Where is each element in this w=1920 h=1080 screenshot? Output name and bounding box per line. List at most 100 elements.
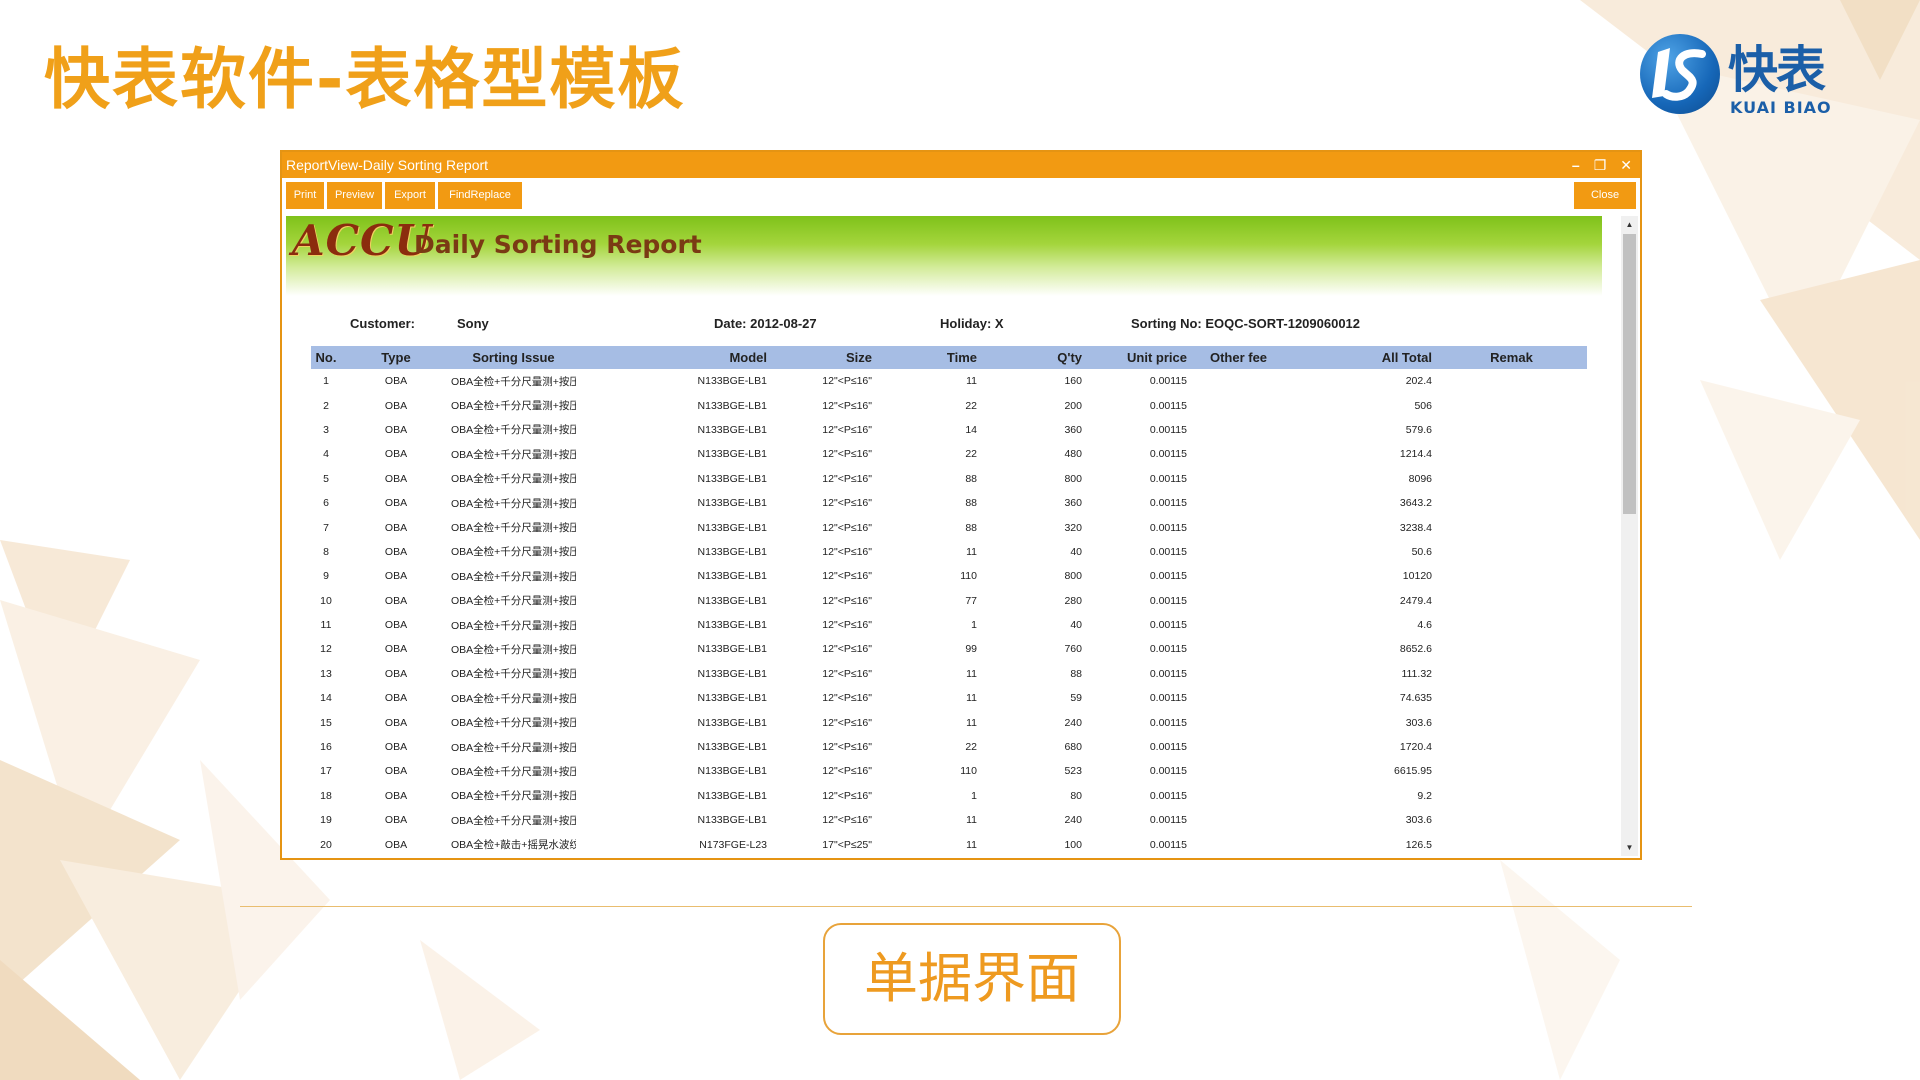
column-header-size[interactable]: Size [771, 346, 876, 369]
cell-no: 1 [323, 375, 329, 388]
cell-model: N133BGE-LB1 [697, 423, 767, 436]
column-header-qty[interactable]: Q'ty [981, 346, 1086, 369]
table-row[interactable]: 19 OBA OBA全检+千分尺量测+按压 N133BGE-LB1 12"<P≤16" 1… [311, 808, 1587, 832]
cell-remak [1436, 686, 1587, 710]
cell-no: 6 [323, 497, 329, 510]
cell-model: N133BGE-LB1 [697, 692, 767, 705]
table-row[interactable]: 12 OBA OBA全检+千分尺量测+按压 N133BGE-LB1 12"<P≤16" 9… [311, 637, 1587, 661]
table-row[interactable]: 10 OBA OBA全检+千分尺量测+按压 N133BGE-LB1 12"<P≤16" 7… [311, 589, 1587, 613]
cell-qty: 240 [1064, 716, 1082, 729]
table-row[interactable]: 20 OBA OBA全检+敲击+摇晃水波纹 N173FGE-L23 17"<P≤25" 1… [311, 832, 1587, 856]
table-row[interactable]: 13 OBA OBA全检+千分尺量测+按压 N133BGE-LB1 12"<P≤16" 1… [311, 662, 1587, 686]
cell-other-fee [1191, 442, 1286, 466]
cell-time: 1 [971, 789, 977, 802]
customer-label: Customer: [350, 316, 416, 331]
table-row[interactable]: 4 OBA OBA全检+千分尺量测+按压 N133BGE-LB1 12"<P≤16" 22… [311, 442, 1587, 466]
table-row[interactable]: 14 OBA OBA全检+千分尺量测+按压 N133BGE-LB1 12"<P≤16" 1… [311, 686, 1587, 710]
cell-other-fee [1191, 710, 1286, 734]
cell-time: 11 [966, 692, 977, 705]
column-header-no[interactable]: No. [311, 346, 341, 369]
table-row[interactable]: 5 OBA OBA全检+千分尺量测+按压 N133BGE-LB1 12"<P≤16" 88… [311, 467, 1587, 491]
cell-no: 5 [323, 472, 329, 485]
table-row[interactable]: 1 OBA OBA全检+千分尺量测+按压 N133BGE-LB1 12"<P≤16" 11… [311, 369, 1587, 393]
cell-size: 12"<P≤16" [822, 497, 872, 510]
cell-no: 3 [323, 423, 329, 436]
cell-time: 110 [960, 765, 977, 778]
cell-model: N133BGE-LB1 [697, 594, 767, 607]
column-header-time[interactable]: Time [876, 346, 981, 369]
cell-qty: 200 [1064, 399, 1082, 412]
cell-remak [1436, 418, 1587, 442]
table-row[interactable]: 6 OBA OBA全检+千分尺量测+按压 N133BGE-LB1 12"<P≤16" 88… [311, 491, 1587, 515]
cell-sorting-issue: OBA全检+千分尺量测+按压 [451, 717, 576, 730]
column-header-remak[interactable]: Remak [1436, 346, 1587, 369]
cell-sorting-issue: OBA全检+千分尺量测+按压 [451, 570, 576, 583]
table-row[interactable]: 3 OBA OBA全检+千分尺量测+按压 N133BGE-LB1 12"<P≤16" 14… [311, 418, 1587, 442]
cell-other-fee [1191, 686, 1286, 710]
minimize-icon[interactable]: – [1572, 158, 1580, 172]
cell-time: 99 [965, 643, 977, 656]
cell-type: OBA [384, 765, 408, 778]
cell-qty: 88 [1070, 667, 1082, 680]
column-header-sorting-issue[interactable]: Sorting Issue [451, 346, 576, 369]
cell-type: OBA [384, 448, 408, 461]
close-button[interactable]: Close [1574, 182, 1636, 209]
table-row[interactable]: 7 OBA OBA全检+千分尺量测+按压 N133BGE-LB1 12"<P≤16" 88… [311, 515, 1587, 539]
cell-other-fee [1191, 589, 1286, 613]
cell-unit-price: 0.00115 [1149, 497, 1187, 510]
findreplace-button[interactable]: FindReplace [438, 182, 522, 209]
cell-size: 12"<P≤16" [822, 789, 872, 802]
cell-qty: 80 [1070, 789, 1082, 802]
cell-model: N133BGE-LB1 [697, 765, 767, 778]
restore-icon[interactable]: ❐ [1594, 158, 1607, 172]
cell-qty: 360 [1064, 497, 1082, 510]
column-header-type[interactable]: Type [341, 346, 451, 369]
cell-other-fee [1191, 662, 1286, 686]
holiday-indicator: Holiday: X [940, 316, 1004, 331]
table-row[interactable]: 18 OBA OBA全检+千分尺量测+按压 N133BGE-LB1 12"<P≤16" 1… [311, 784, 1587, 808]
logo-name-en: KUAI BIAO [1730, 98, 1832, 117]
scroll-down-arrow-icon[interactable]: ▼ [1621, 839, 1638, 856]
cell-all-total: 8096 [1408, 472, 1432, 485]
cell-type: OBA [384, 643, 408, 656]
cell-qty: 160 [1064, 375, 1082, 388]
cell-model: N133BGE-LB1 [697, 472, 767, 485]
table-row[interactable]: 15 OBA OBA全检+千分尺量测+按压 N133BGE-LB1 12"<P≤16" 1… [311, 710, 1587, 734]
cell-other-fee [1191, 418, 1286, 442]
cell-qty: 800 [1064, 570, 1082, 583]
window-controls: – ❐ ✕ [1572, 152, 1632, 178]
table-row[interactable]: 16 OBA OBA全检+千分尺量测+按压 N133BGE-LB1 12"<P≤16" 2… [311, 735, 1587, 759]
cell-sorting-issue: OBA全检+千分尺量测+按压 [451, 814, 576, 827]
column-header-model[interactable]: Model [576, 346, 771, 369]
table-row[interactable]: 11 OBA OBA全检+千分尺量测+按压 N133BGE-LB1 12"<P≤16" 1… [311, 613, 1587, 637]
cell-all-total: 74.635 [1399, 692, 1432, 705]
cell-other-fee [1191, 735, 1286, 759]
column-header-all-total[interactable]: All Total [1286, 346, 1436, 369]
cell-time: 22 [965, 399, 977, 412]
cell-type: OBA [384, 594, 408, 607]
cell-model: N133BGE-LB1 [697, 448, 767, 461]
close-icon[interactable]: ✕ [1620, 158, 1632, 172]
column-header-unit-price[interactable]: Unit price [1086, 346, 1191, 369]
cell-other-fee [1191, 540, 1286, 564]
cell-unit-price: 0.00115 [1149, 545, 1187, 558]
cell-model: N133BGE-LB1 [697, 545, 767, 558]
table-row[interactable]: 9 OBA OBA全检+千分尺量测+按压 N133BGE-LB1 12"<P≤16" 11… [311, 564, 1587, 588]
vertical-scrollbar[interactable]: ▲ ▼ [1621, 216, 1638, 856]
cell-qty: 480 [1064, 448, 1082, 461]
table-row[interactable]: 17 OBA OBA全检+千分尺量测+按压 N133BGE-LB1 12"<P≤16" 1… [311, 759, 1587, 783]
cell-unit-price: 0.00115 [1149, 716, 1187, 729]
preview-button[interactable]: Preview [327, 182, 382, 209]
scroll-up-arrow-icon[interactable]: ▲ [1621, 216, 1638, 233]
scrollbar-thumb[interactable] [1623, 234, 1636, 514]
table-row[interactable]: 2 OBA OBA全检+千分尺量测+按压 N133BGE-LB1 12"<P≤16" 22… [311, 393, 1587, 417]
export-button[interactable]: Export [385, 182, 435, 209]
print-button[interactable]: Print [286, 182, 324, 209]
table-row[interactable]: 8 OBA OBA全检+千分尺量测+按压 N133BGE-LB1 12"<P≤16" 11… [311, 540, 1587, 564]
cell-time: 88 [965, 521, 977, 534]
cell-all-total: 2479.4 [1399, 594, 1432, 607]
window-titlebar[interactable]: ReportView-Daily Sorting Report – ❐ ✕ [282, 152, 1640, 178]
column-header-other-fee[interactable]: Other fee [1191, 346, 1286, 369]
cell-all-total: 111.32 [1401, 667, 1432, 680]
report-view-window: ReportView-Daily Sorting Report – ❐ ✕ Pr… [280, 150, 1642, 860]
